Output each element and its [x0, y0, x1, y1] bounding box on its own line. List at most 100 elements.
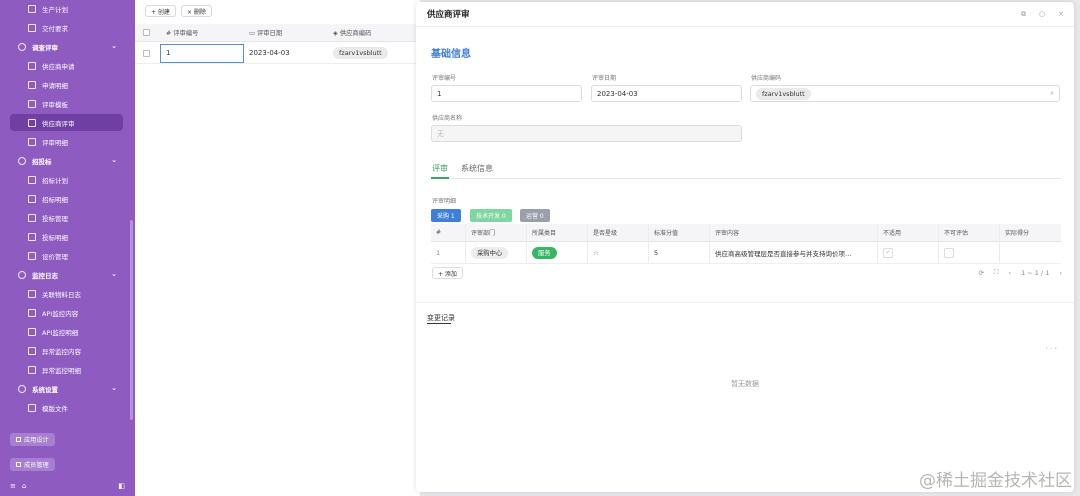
watermark: @稀土掘金技术社区 [919, 471, 1072, 491]
star-cell[interactable]: ☆ [587, 242, 648, 263]
chevron-down-icon[interactable]: ⌄ [111, 156, 117, 164]
review-no-label: 评审编号 [432, 75, 457, 82]
table-icon [28, 289, 36, 298]
menu-icon[interactable]: ≡ [10, 482, 16, 490]
not-evaluable-checkbox[interactable] [944, 247, 954, 258]
sidebar-item-label: 供应商申请 [42, 62, 75, 71]
change-log-underline [427, 323, 451, 324]
sidebar-item-label: 生产计划 [42, 5, 68, 14]
not-applicable-cell[interactable]: ✓ [877, 242, 938, 263]
content-cell: 供应商高级管理层是否直接参与并支持询价项… [709, 242, 877, 263]
badge-tech-dev[interactable]: 技术开发 0 [470, 209, 512, 222]
table-icon [28, 213, 36, 222]
col-review-no[interactable]: # 评审编号 [166, 28, 198, 37]
sidebar-item[interactable]: 供应商评审 [10, 114, 123, 131]
not-applicable-checkbox[interactable]: ✓ [883, 247, 893, 258]
detail-table-header: # 评审部门 所属类目 是否星级 标准分值 评审内容 不适用 不可评估 实际得分 [431, 224, 1061, 242]
star-icon[interactable]: ☆ [593, 249, 599, 257]
change-log-title[interactable]: 变更记录 [427, 313, 455, 323]
detail-row[interactable]: 1 采购中心 服务 ☆ 5 供应商高级管理层是否直接参与并支持询价项… ✓ [431, 242, 1061, 264]
sidebar-item[interactable]: 申请明细 [0, 76, 135, 93]
sidebar-item[interactable]: 模版文件 [0, 399, 135, 416]
sidebar-item[interactable]: 投标明细 [0, 228, 135, 245]
sidebar-item-label: 调查评审 [32, 43, 58, 52]
sidebar-item[interactable]: API监控明细 [0, 323, 135, 340]
tab-system-info[interactable]: 系统信息 [461, 163, 493, 174]
add-row-button[interactable]: + 添加 [432, 267, 463, 279]
sidebar-item-label: 投标明细 [42, 233, 68, 242]
create-button[interactable]: + 创建 [145, 5, 176, 17]
sidebar-item[interactable]: 招标计划 [0, 171, 135, 188]
sidebar-group[interactable]: 调查评审 ⌄ [0, 38, 135, 55]
sidebar-item[interactable]: 设价管理 [0, 247, 135, 264]
sidebar-item[interactable]: 关联物料日志 [0, 285, 135, 302]
empty-state: 暂无数据 [731, 380, 759, 388]
refresh-icon[interactable]: ⟳ [978, 269, 983, 277]
next-page-icon[interactable]: › [1059, 269, 1062, 277]
sidebar-item[interactable]: 招标明细 [0, 190, 135, 207]
actual-score-cell[interactable] [999, 242, 1061, 263]
collapse-icon[interactable]: ◧ [118, 482, 125, 490]
table-icon [28, 61, 36, 70]
member-mgmt-button[interactable]: 成员管理 [10, 458, 55, 471]
supplier-name-field[interactable]: 无 [431, 125, 742, 142]
sidebar-group[interactable]: 系统设置 ⌄ [0, 380, 135, 397]
table-row[interactable]: 1 2023-04-03 fzarv1vsblutt [135, 43, 420, 64]
review-date-field[interactable]: 2023-04-03 [591, 85, 742, 102]
supplier-code-label: 供应商编码 [751, 75, 782, 82]
sidebar-item-label: 招标明细 [42, 195, 68, 204]
sidebar-item[interactable]: 异常监控明细 [0, 361, 135, 378]
sidebar-group[interactable]: 监控日志 ⌄ [0, 266, 135, 283]
chevron-down-icon[interactable]: ⌄ [111, 384, 117, 392]
sidebar-item[interactable]: 交付要求 [0, 19, 135, 36]
sidebar-item[interactable]: 生产计划 [0, 0, 135, 17]
group-icon [18, 156, 26, 165]
sidebar-item[interactable]: 投标管理 [0, 209, 135, 226]
drawer-tabs: 评审 系统信息 [431, 163, 1061, 179]
col-review-date[interactable]: ▭ 评审日期 [249, 28, 282, 37]
supplier-code-field[interactable]: fzarv1vsblutt ⌕ [750, 85, 1060, 102]
review-no-cell[interactable]: 1 [160, 43, 244, 63]
delete-button[interactable]: × 删除 [180, 5, 212, 17]
table-icon [28, 251, 36, 260]
sidebar-item[interactable]: 评审明细 [0, 133, 135, 150]
review-detail-table: # 评审部门 所属类目 是否星级 标准分值 评审内容 不适用 不可评估 实际得分… [431, 224, 1061, 264]
app-design-button[interactable]: 应用设计 [10, 433, 55, 446]
badge-purchase[interactable]: 采购 1 [431, 209, 461, 222]
review-date-label: 评审日期 [592, 75, 617, 82]
sidebar-item-label: 模版文件 [42, 404, 68, 413]
row-checkbox[interactable] [143, 49, 150, 57]
sidebar-item[interactable]: API监控内容 [0, 304, 135, 321]
select-all-checkbox[interactable] [143, 29, 150, 36]
home-icon[interactable]: ⌂ [22, 482, 26, 490]
divider [416, 302, 1074, 303]
sidebar-item[interactable]: 评审模板 [0, 95, 135, 112]
chevron-down-icon[interactable]: ⌄ [111, 270, 117, 278]
open-new-icon[interactable]: ⧉ [1021, 10, 1026, 19]
group-icon [18, 42, 26, 51]
sidebar-item-label: 关联物料日志 [42, 290, 81, 299]
review-no-field[interactable]: 1 [431, 85, 582, 102]
col-content: 评审内容 [709, 224, 877, 241]
chevron-down-icon[interactable]: ⌄ [111, 42, 117, 50]
col-supplier-code[interactable]: ◈ 供应商编码 [333, 28, 371, 37]
sidebar-scrollbar[interactable] [130, 220, 133, 420]
supplier-code-cell: fzarv1vsblutt [333, 47, 388, 59]
tab-review[interactable]: 评审 [432, 163, 448, 174]
close-icon[interactable]: × [1058, 10, 1064, 19]
sidebar-item-label: 监控日志 [32, 271, 58, 280]
supplier-name-label: 供应商名称 [432, 115, 463, 122]
fullscreen-icon[interactable]: ⛶ [994, 268, 999, 277]
not-evaluable-cell[interactable] [938, 242, 999, 263]
badge-operations[interactable]: 运营 0 [520, 209, 550, 222]
sidebar-item[interactable]: 供应商申请 [0, 57, 135, 74]
prev-page-icon[interactable]: ‹ [1008, 269, 1011, 277]
change-log-nav[interactable]: ‹ - › [1045, 344, 1057, 352]
drawer-header: 供应商评审 ⧉ ○ × [416, 2, 1074, 27]
col-index: # [436, 229, 442, 236]
sidebar-item[interactable]: 异常监控内容 [0, 342, 135, 359]
search-icon[interactable]: ⌕ [1050, 89, 1054, 98]
row-index: 1 [436, 248, 441, 257]
sidebar-group[interactable]: 招投标 ⌄ [0, 152, 135, 169]
settings-icon[interactable]: ○ [1039, 10, 1045, 19]
